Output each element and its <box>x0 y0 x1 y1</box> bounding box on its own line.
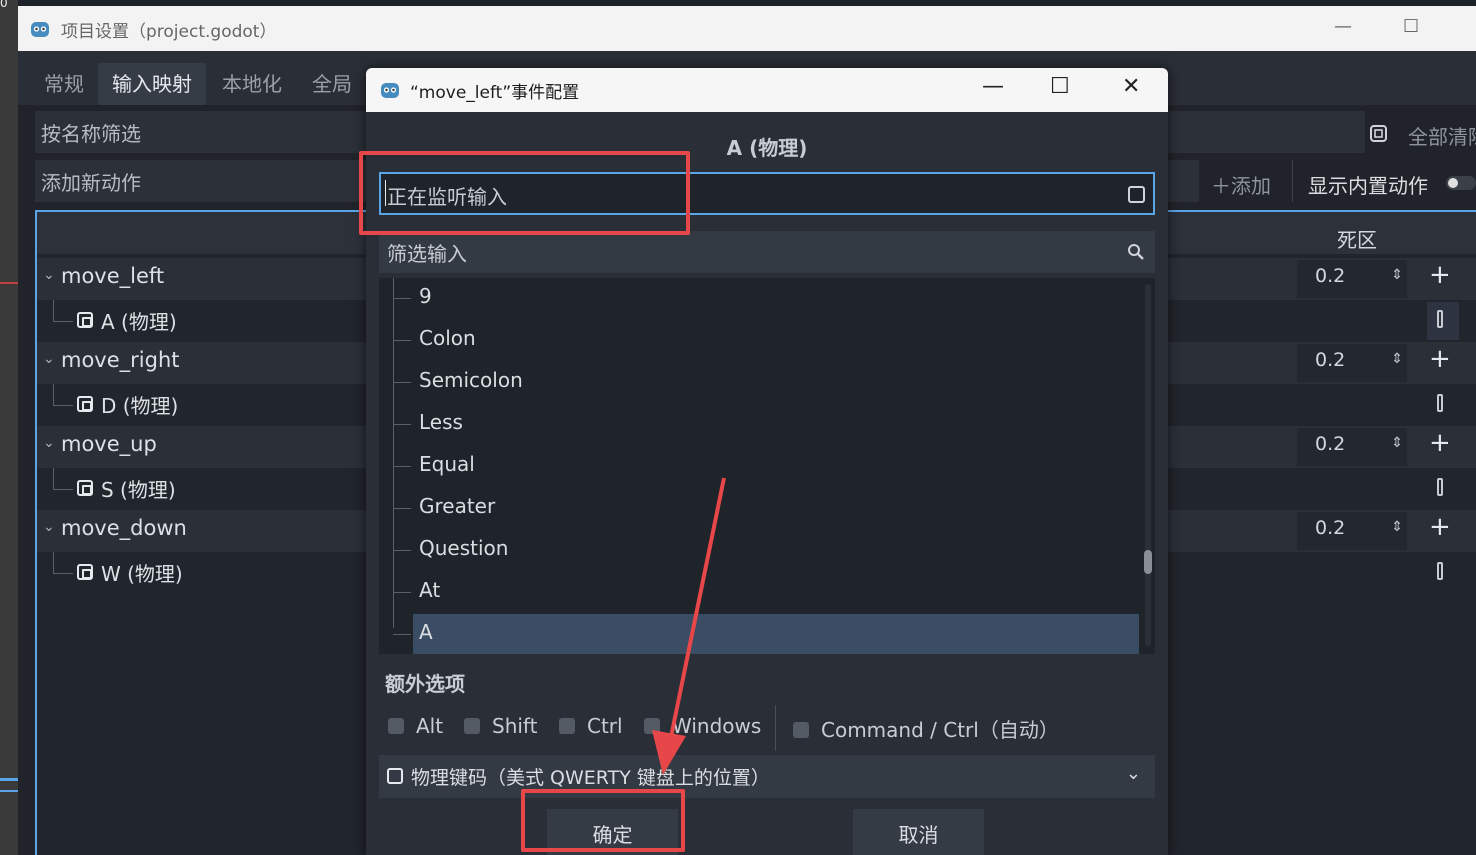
annotation-arrow-icon <box>652 477 726 775</box>
